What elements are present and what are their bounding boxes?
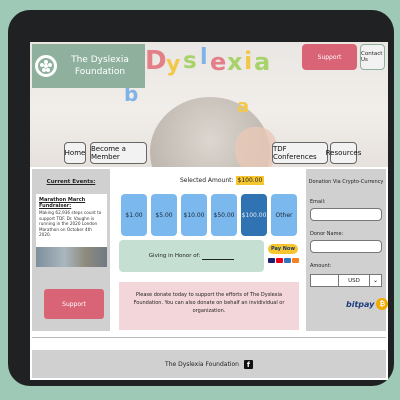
hero-letter-a: a — [254, 48, 271, 76]
support-button-header[interactable]: Support — [302, 44, 357, 70]
event-title: Marathon March Fundraiser: — [39, 197, 86, 209]
support-button-events[interactable]: Support — [44, 289, 104, 319]
contact-us-button[interactable]: Contact Us — [360, 44, 385, 70]
discover-icon — [292, 258, 299, 263]
hero-letter-y: y — [166, 52, 181, 77]
hero-scatter-letter: a — [237, 96, 250, 117]
hero-letter-s: s — [183, 48, 197, 74]
crypto-title: Donation Via Crypto-Currency — [308, 179, 384, 185]
amount-button-1[interactable]: $1.00 — [121, 194, 147, 236]
selected-amount-label: Selected Amount: — [180, 177, 234, 184]
event-description: Making 62,936 steps count to support TDF… — [39, 210, 102, 237]
donor-name-label: Donor Name: — [310, 231, 344, 237]
amex-icon — [284, 258, 291, 263]
film-reel-icon — [35, 55, 57, 77]
bitpay-text: bitpay — [346, 299, 375, 309]
footer-text: The Dyslexia Foundation — [165, 360, 239, 368]
pay-now-button[interactable]: Pay Now — [268, 244, 298, 254]
hero-letter-i: i — [244, 47, 253, 75]
divider — [32, 337, 386, 338]
chevron-down-icon[interactable]: ⌄ — [370, 274, 382, 287]
selected-amount-value: $100.00 — [235, 176, 265, 185]
email-field[interactable] — [310, 208, 382, 221]
honor-input[interactable] — [202, 253, 235, 260]
nav-resources[interactable]: Resources — [326, 142, 361, 164]
amount-button-other[interactable]: Other — [271, 194, 297, 236]
events-title: Current Events: — [46, 179, 96, 185]
hero-letter-x: x — [227, 48, 243, 76]
facebook-icon[interactable]: f — [243, 359, 253, 369]
amount-button-100[interactable]: $100.00 — [241, 194, 267, 236]
donor-name-field[interactable] — [310, 240, 382, 253]
amount-label: Amount: — [310, 263, 332, 269]
hero-photo-hand — [235, 127, 277, 167]
hero-letter-d: D — [145, 46, 167, 76]
selected-amount-row: Selected Amount: $100.00 — [180, 176, 265, 185]
crypto-amount-input[interactable] — [310, 274, 338, 287]
hero-letter-e: e — [210, 48, 227, 76]
nav-become-member[interactable]: Become a Member — [90, 142, 147, 164]
event-card: Marathon March Fundraiser: Making 62,936… — [36, 194, 107, 252]
currency-select[interactable]: USD — [338, 274, 370, 287]
visa-icon — [268, 258, 275, 263]
logo[interactable]: The Dyslexia Foundation — [32, 44, 145, 88]
nav-home[interactable]: Home — [64, 142, 86, 164]
footer: The Dyslexia Foundation f — [32, 350, 386, 378]
bitcoin-icon: ₿ — [376, 298, 388, 310]
amount-row: USD ⌄ — [310, 274, 382, 287]
honor-box: Giving in Honor of: — [119, 240, 264, 272]
nav-conferences[interactable]: TDF Conferences — [272, 142, 328, 164]
event-photo — [36, 247, 107, 267]
donation-notice: Please donate today to support the effor… — [119, 282, 299, 330]
hero-banner: D y s l e x i a b a The Dyslexia Foundat… — [30, 42, 388, 167]
email-label: Email: — [310, 199, 326, 205]
tablet-frame: D y s l e x i a b a The Dyslexia Foundat… — [8, 10, 394, 386]
mastercard-icon — [276, 258, 283, 263]
amount-button-50[interactable]: $50.00 — [211, 194, 237, 236]
logo-text: The Dyslexia Foundation — [71, 55, 129, 77]
amount-button-5[interactable]: $5.00 — [151, 194, 177, 236]
hero-letter-l: l — [200, 45, 208, 70]
bitpay-logo[interactable]: bitpay ₿ — [346, 298, 388, 310]
amount-button-10[interactable]: $10.00 — [181, 194, 207, 236]
screen: D y s l e x i a b a The Dyslexia Foundat… — [30, 42, 388, 380]
honor-label: Giving in Honor of: — [148, 253, 201, 259]
current-events-panel: Current Events: Marathon March Fundraise… — [32, 169, 110, 331]
card-logos — [268, 258, 299, 263]
